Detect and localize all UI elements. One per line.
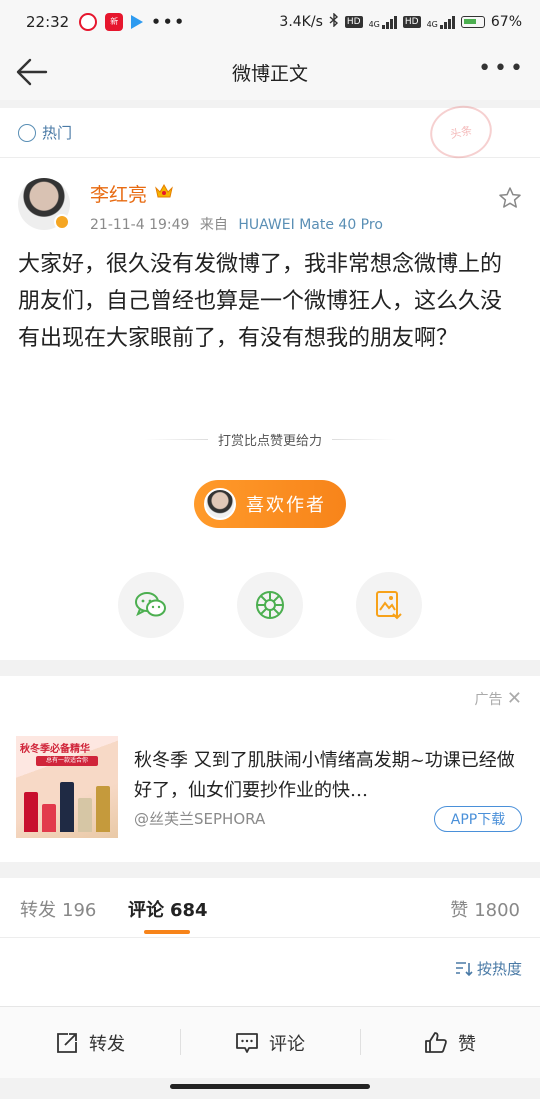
ad-image-headline: 秋冬季必备精华 — [20, 744, 90, 755]
active-tab-indicator — [144, 930, 190, 934]
tab-reposts-count: 196 — [62, 900, 97, 921]
product-bottle — [96, 786, 110, 832]
comment-label: 评论 — [269, 1033, 305, 1055]
ad-image[interactable]: 秋冬季必备精华 总有一款适合你 — [16, 736, 118, 838]
status-time: 22:32 — [26, 13, 70, 31]
bottom-action-bar: 转发 评论 赞 — [0, 1006, 540, 1078]
product-bottle — [24, 792, 38, 832]
author-name[interactable]: 李红亮 — [90, 180, 147, 207]
product-bottle — [78, 798, 92, 832]
weibo-app-icon — [79, 13, 98, 31]
ad-text: 秋冬季 又到了肌肤闹小情绪高发期~功课已经做好了，仙女们要抄作业的快… — [134, 750, 515, 801]
comment-button[interactable]: 评论 — [180, 1007, 360, 1078]
app-download-button[interactable]: APP下载 — [434, 806, 522, 832]
bluetooth-icon — [329, 12, 339, 31]
tab-comments-label: 评论 — [128, 900, 164, 921]
favorite-star-icon[interactable] — [498, 186, 522, 210]
page-title: 微博正文 — [231, 62, 308, 85]
share-row — [118, 572, 422, 638]
from-label: 来自 — [199, 217, 228, 233]
wechat-share-button[interactable] — [118, 572, 184, 638]
product-bottle — [60, 782, 74, 832]
repost-label: 转发 — [89, 1033, 125, 1055]
news-app-icon: 新 — [105, 13, 124, 31]
save-image-button[interactable] — [356, 572, 422, 638]
ad-source[interactable]: @丝芙兰SEPHORA — [134, 808, 265, 829]
tab-likes-count: 1800 — [474, 900, 520, 921]
hd-badge-2: HD — [402, 16, 421, 28]
divider — [144, 439, 208, 440]
reward-text: 打赏比点赞更给力 — [218, 434, 323, 449]
battery-icon — [460, 16, 485, 28]
home-indicator[interactable] — [170, 1084, 370, 1089]
hot-topic-icon — [18, 123, 36, 142]
thumbs-up-icon — [425, 1031, 447, 1053]
more-notifications-icon: ••• — [151, 13, 186, 31]
like-label: 赞 — [458, 1033, 476, 1055]
status-bar: 22:32 新 ••• 3.4K/s HD 4G HD 4G 67% — [0, 0, 540, 44]
ad-card[interactable]: 广告 ✕ 秋冬季必备精华 总有一款适合你 秋冬季 又到了肌肤闹小情绪高发期~功课… — [0, 676, 540, 862]
post-meta: 21-11-4 19:49 来自 HUAWEI Mate 40 Pro — [90, 214, 383, 234]
nav-bar: 微博正文 ••• — [0, 44, 540, 100]
reward-prompt: 打赏比点赞更给力 — [144, 430, 397, 449]
signal-1-icon: 4G — [369, 15, 397, 29]
battery-level: 67% — [490, 14, 522, 30]
close-ad-icon[interactable]: ✕ — [507, 688, 522, 709]
repost-button[interactable]: 转发 — [0, 1007, 180, 1078]
like-button[interactable]: 赞 — [360, 1007, 540, 1078]
post-card: 热门 头条 李红亮 21-11-4 19:49 来自 HUAWEI Mate 4… — [0, 100, 540, 660]
tab-likes-label: 赞 — [450, 900, 469, 921]
signal-2-icon: 4G — [427, 15, 455, 29]
post-date: 21-11-4 19:49 — [90, 217, 190, 233]
network-speed: 3.4K/s — [279, 14, 323, 30]
verified-badge-icon — [54, 214, 70, 230]
engagement-tabs: 转发 196 评论 684 赞 1800 — [0, 878, 540, 938]
like-author-label: 喜欢作者 — [246, 495, 326, 516]
back-arrow-icon[interactable] — [12, 52, 52, 92]
device-link[interactable]: HUAWEI Mate 40 Pro — [238, 217, 383, 233]
hd-badge: HD — [344, 16, 363, 28]
hot-row: 热门 头条 — [0, 100, 540, 164]
moments-share-button[interactable] — [237, 572, 303, 638]
moments-icon — [256, 591, 284, 619]
ad-image-subline: 总有一款适合你 — [36, 756, 98, 766]
video-app-icon — [131, 15, 144, 29]
comments-area: 按热度 — [0, 938, 540, 1006]
author-mini-avatar — [204, 488, 236, 520]
more-options-icon[interactable]: ••• — [478, 56, 526, 81]
hot-label[interactable]: 热门 — [42, 122, 72, 143]
post-text: 大家好，很久没有发微博了，我非常想念微博上的朋友们，自己曾经也算是一个微博狂人，… — [18, 252, 503, 351]
tab-likes[interactable]: 赞 1800 — [450, 896, 520, 922]
status-indicators: 3.4K/s HD 4G HD 4G 67% — [279, 12, 522, 31]
crown-icon — [155, 183, 173, 198]
wechat-icon — [135, 592, 166, 617]
save-image-icon — [376, 591, 402, 620]
repost-icon — [57, 1032, 77, 1053]
sort-label: 按热度 — [476, 960, 522, 978]
sort-by-hot-button[interactable]: 按热度 — [455, 958, 522, 979]
network-type-2: 4G — [426, 20, 438, 29]
tab-comments[interactable]: 评论 684 — [128, 896, 208, 922]
product-bottle — [42, 804, 56, 832]
tab-reposts-label: 转发 — [20, 900, 56, 921]
author-header: 李红亮 21-11-4 19:49 来自 HUAWEI Mate 40 Pro — [18, 178, 522, 238]
comment-icon — [236, 1032, 258, 1053]
sort-icon — [455, 961, 473, 976]
tab-comments-count: 684 — [170, 900, 208, 921]
tab-reposts[interactable]: 转发 196 — [20, 896, 96, 922]
ad-label: 广告 — [474, 692, 503, 708]
divider — [332, 439, 397, 440]
headline-stamp: 头条 — [425, 100, 497, 164]
network-type-1: 4G — [368, 20, 380, 29]
like-author-button[interactable]: 喜欢作者 — [194, 480, 346, 528]
ad-tag: 广告 ✕ — [474, 688, 522, 709]
